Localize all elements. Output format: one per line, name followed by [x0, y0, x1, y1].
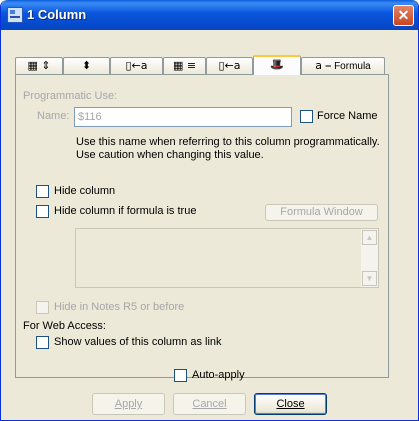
show-as-link-checkbox[interactable]	[36, 336, 49, 349]
font-icon: ▯←a	[125, 59, 148, 72]
show-as-link-label: Show values of this column as link	[54, 336, 222, 348]
hide-column-label: Hide column	[54, 185, 116, 197]
hide-formula-textarea[interactable]: ▲ ▼	[75, 228, 379, 288]
tab-column-font[interactable]: ▯←a	[110, 57, 163, 74]
tab-formula[interactable]: a ⎯ Formula	[301, 57, 385, 74]
tab-title-font[interactable]: ▯←a	[206, 57, 253, 74]
name-value: $116	[78, 111, 102, 123]
tab-width[interactable]: ▦ ⇕	[15, 57, 63, 74]
formula-icon: a ⎯	[315, 59, 331, 72]
scroll-up-icon[interactable]: ▲	[362, 230, 377, 245]
formula-scrollbar[interactable]: ▲ ▼	[361, 229, 378, 287]
hide-if-formula-label: Hide column if formula is true	[54, 205, 197, 217]
force-name-checkbox[interactable]	[300, 110, 313, 123]
tab-numbers[interactable]: ▦ ≡	[163, 57, 206, 74]
window-title: 1 Column	[27, 7, 87, 22]
hide-if-formula-checkbox[interactable]	[36, 205, 49, 218]
name-help-line-2: Use caution when changing this value.	[76, 149, 264, 161]
cancel-button[interactable]: Cancel	[173, 393, 246, 415]
scroll-down-icon[interactable]: ▼	[362, 271, 377, 286]
programmatic-use-heading: Programmatic Use:	[23, 90, 118, 102]
apply-button[interactable]: Apply	[92, 393, 165, 415]
close-icon: ✕	[397, 7, 410, 23]
auto-apply-label: Auto-apply	[192, 369, 245, 381]
auto-apply-checkbox[interactable]	[174, 369, 187, 382]
tab-formula-label: Formula	[334, 61, 371, 72]
close-window-button[interactable]: ✕	[393, 5, 414, 26]
formula-window-button[interactable]: Formula Window	[265, 204, 378, 221]
name-label: Name:	[37, 110, 70, 122]
name-help-line-1: Use this name when referring to this col…	[76, 136, 380, 148]
title-bar[interactable]: 1 Column ✕	[1, 0, 418, 30]
hide-column-checkbox[interactable]	[36, 185, 49, 198]
column-properties-dialog: 1 Column ✕ ▦ ⇕ ⬍ ▯←a ▦ ≡ ▯←a 🎩 a ⎯ Formu…	[0, 0, 419, 421]
web-access-heading: For Web Access:	[23, 320, 106, 332]
hide-notes-r5-checkbox[interactable]	[36, 301, 49, 314]
number-format-icon: ▦ ≡	[172, 59, 197, 72]
title-font-icon: ▯←a	[218, 59, 241, 72]
tab-advanced[interactable]: 🎩	[253, 55, 301, 75]
force-name-label: Force Name	[317, 110, 378, 122]
tab-sorting[interactable]: ⬍	[63, 57, 110, 74]
app-icon	[7, 7, 23, 23]
sort-icon: ⬍	[81, 59, 92, 72]
name-field[interactable]: $116	[74, 107, 292, 127]
propeller-hat-icon: 🎩	[270, 58, 284, 71]
close-button[interactable]: Close	[254, 393, 327, 415]
tab-strip: ▦ ⇕ ⬍ ▯←a ▦ ≡ ▯←a 🎩 a ⎯ Formula	[15, 55, 387, 75]
hide-notes-r5-label: Hide in Notes R5 or before	[54, 301, 185, 313]
column-width-icon: ▦ ⇕	[27, 59, 51, 72]
